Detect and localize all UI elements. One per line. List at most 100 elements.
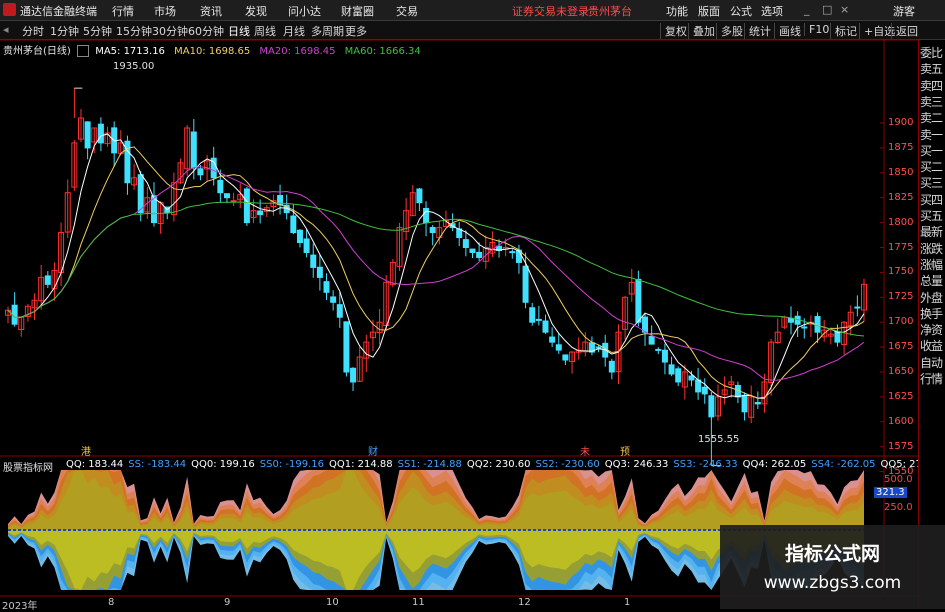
sidepanel-item[interactable]: 买三: [920, 174, 945, 191]
candle-body: [257, 210, 264, 216]
sidepanel-item[interactable]: 换手: [920, 305, 945, 322]
sidepanel-item[interactable]: 卖二: [920, 109, 945, 126]
indicator-axis-top: 500.0: [884, 474, 913, 485]
indicator-value: SS: -183.44: [128, 459, 187, 470]
low-price-label: 1555.55: [698, 434, 740, 445]
candle-body: [469, 248, 476, 253]
candle-body: [290, 215, 297, 234]
event-marker[interactable]: 财: [368, 443, 378, 458]
candle-body: [655, 348, 662, 351]
watermark-overlay: 指标公式网 www.zbgs3.com: [720, 525, 945, 609]
sidepanel-item[interactable]: 收益: [920, 337, 945, 354]
candle-body: [708, 395, 715, 418]
price-axis-label: 1875: [888, 141, 914, 153]
high-price-label: 1935.00: [113, 61, 155, 72]
sidepanel-item[interactable]: 卖五: [920, 60, 945, 77]
candle-body: [243, 188, 250, 224]
candle-body: [429, 227, 436, 234]
watermark-url: www.zbgs3.com: [763, 573, 902, 593]
candle-body: [608, 360, 615, 373]
ma20-line: [7, 166, 865, 381]
price-axis-label: 1825: [888, 191, 914, 203]
price-axis-label: 1850: [888, 166, 914, 178]
candle-body: [701, 386, 708, 395]
indicator-value: QQ2: 230.60: [466, 459, 531, 470]
indicator-value: QQ4: 262.05: [742, 459, 807, 470]
sidepanel-item[interactable]: 买二: [920, 158, 945, 175]
candle-body: [316, 266, 323, 278]
candle-body: [509, 251, 516, 254]
candle-body: [741, 394, 748, 413]
sidepanel-item[interactable]: 卖一: [920, 126, 945, 143]
candle-body: [834, 330, 841, 343]
time-label: 11: [412, 597, 425, 608]
candle-body: [303, 238, 310, 253]
price-axis-label: 1900: [888, 117, 914, 128]
event-marker[interactable]: 预: [620, 443, 630, 458]
ma20-value: MA20: 1698.45: [259, 46, 336, 57]
candle-body: [84, 121, 91, 149]
sidepanel-item[interactable]: 委比: [920, 44, 945, 61]
indicator-value: QQ1: 214.88: [329, 459, 393, 470]
chart-title: 贵州茅台(日线): [3, 46, 71, 57]
sidepanel-item[interactable]: 外盘: [920, 289, 945, 306]
candle-body: [350, 367, 357, 383]
sidepanel-item[interactable]: 卖四: [920, 77, 945, 94]
indicator-current-value: 321.3: [874, 487, 907, 498]
watermark-title: 指标公式网: [784, 543, 880, 565]
candle-body: [635, 278, 642, 323]
candle-body: [476, 251, 483, 258]
candle-body: [190, 131, 197, 169]
indicator-header: 股票指标网 QQ: 183.44 SS: -183.44 QQ0: 199.16 SS…: [0, 458, 944, 474]
candle-body: [223, 193, 230, 199]
candle-body: [230, 200, 237, 203]
candle-body: [562, 354, 569, 361]
candle-body: [310, 254, 317, 268]
candle-body: [542, 320, 549, 333]
price-axis-label: 1650: [888, 366, 914, 377]
candle-body: [801, 326, 808, 329]
sidepanel-item[interactable]: 涨幅: [920, 256, 945, 273]
sidepanel-item[interactable]: 涨跌: [920, 240, 945, 257]
price-axis-label: 1775: [888, 241, 914, 253]
candle-body: [854, 306, 861, 309]
candle-body: [668, 364, 675, 375]
sidepanel-item[interactable]: 自动: [920, 354, 945, 371]
time-label: 9: [224, 597, 231, 608]
indicator-value: SS0: -199.16: [259, 459, 324, 470]
sidepanel-item[interactable]: 净资: [920, 321, 945, 338]
price-axis-label: 1600: [888, 415, 914, 427]
indicator-name[interactable]: 股票指标网: [3, 459, 53, 474]
sidepanel-item[interactable]: 买一: [920, 142, 945, 159]
candle-body: [97, 123, 104, 144]
sidepanel-item[interactable]: 最新: [920, 223, 945, 240]
dropdown-icon[interactable]: [77, 45, 89, 57]
sidepanel-item[interactable]: 买五: [920, 207, 945, 224]
sidepanel-item[interactable]: 卖三: [920, 93, 945, 110]
candle-body: [675, 368, 682, 383]
candle-body: [336, 304, 343, 318]
candle-body: [661, 349, 668, 363]
ma5-value: MA5: 1713.16: [95, 46, 165, 57]
candle-body: [788, 317, 795, 323]
moving-average-lines: [7, 133, 865, 399]
candle-body: [323, 281, 330, 293]
candle-body: [44, 275, 51, 285]
event-marker[interactable]: 港: [81, 443, 91, 458]
indicator-value: QQ3: 246.33: [604, 459, 669, 470]
chart-canvas[interactable]: [0, 0, 918, 609]
candle-body: [330, 296, 337, 303]
candle-body: [137, 174, 144, 214]
indicator-value: QQ: 183.44: [66, 459, 124, 470]
candle-body: [522, 265, 529, 303]
sidepanel-item[interactable]: 行情: [920, 370, 945, 387]
candle-body: [416, 188, 423, 204]
candle-body: [648, 335, 655, 345]
sidepanel-item[interactable]: 买四: [920, 191, 945, 208]
price-axis-label: 1625: [888, 390, 914, 402]
candle-body: [549, 336, 556, 343]
sidepanel-item[interactable]: 总量: [920, 272, 945, 289]
event-marker[interactable]: 未: [580, 443, 590, 458]
candle-body: [754, 401, 761, 405]
candle-body: [217, 179, 224, 194]
